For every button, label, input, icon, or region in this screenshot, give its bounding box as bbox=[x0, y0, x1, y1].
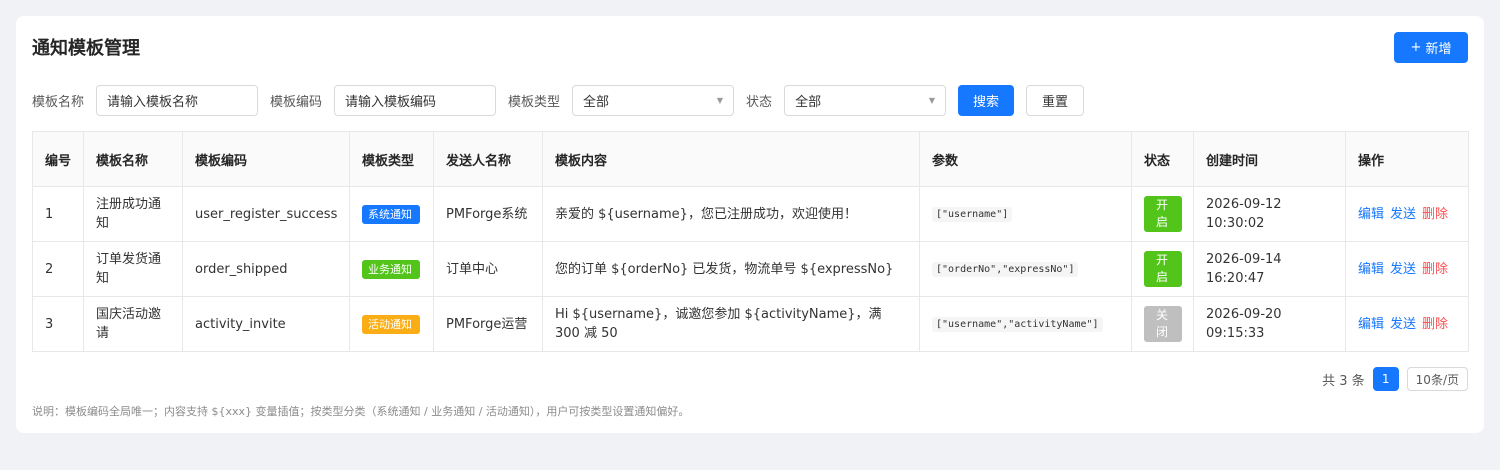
column-header: 参数 bbox=[919, 131, 1132, 187]
template-type-select[interactable]: 全部 ▼ bbox=[572, 85, 735, 116]
table-row: 2 订单发货通知 order_shipped 业务通知 订单中心 您的订单 ${… bbox=[32, 241, 1469, 297]
page-size-select[interactable]: 10条/页 bbox=[1406, 367, 1468, 391]
column-header: 模板类型 bbox=[349, 131, 434, 187]
status-value: 全部 bbox=[795, 95, 822, 110]
type-tag: 活动通知 bbox=[362, 314, 420, 334]
column-header: 状态 bbox=[1131, 131, 1194, 187]
cell-status: 关闭 bbox=[1131, 296, 1194, 352]
add-button-label: 新增 bbox=[1425, 42, 1452, 57]
pagination: 共 3 条 1 10条/页 bbox=[1322, 367, 1468, 391]
cell-params: ["username"] bbox=[919, 186, 1132, 242]
add-template-button[interactable]: + 新增 bbox=[1394, 32, 1468, 63]
column-header: 模板名称 bbox=[83, 131, 183, 187]
cell-actions: 编辑 发送 删除 bbox=[1345, 186, 1469, 242]
page-1-button[interactable]: 1 bbox=[1372, 367, 1399, 391]
table-header-row: 编号 模板名称 模板编码 模板类型 发送人名称 模板内容 参数 状态 创建时间 … bbox=[32, 131, 1469, 187]
cell-content: Hi ${username}，诚邀您参加 ${activityName}，满 3… bbox=[542, 296, 920, 352]
cell-actions: 编辑 发送 删除 bbox=[1345, 296, 1469, 352]
template-code-label: 模板编码 bbox=[270, 95, 323, 110]
status-badge: 开启 bbox=[1144, 196, 1182, 232]
send-link[interactable]: 发送 bbox=[1390, 262, 1416, 277]
cell-code: user_register_success bbox=[182, 186, 350, 242]
reset-button[interactable]: 重置 bbox=[1026, 85, 1085, 116]
search-button[interactable]: 搜索 bbox=[958, 85, 1015, 116]
type-tag: 系统通知 bbox=[362, 204, 420, 224]
delete-link[interactable]: 删除 bbox=[1422, 207, 1448, 222]
plus-icon: + bbox=[1410, 40, 1422, 55]
column-header: 模板编码 bbox=[182, 131, 350, 187]
cell-code: order_shipped bbox=[182, 241, 350, 297]
template-card: 通知模板管理 + 新增 模板名称 请输入模板名称 模板编码 请输入模板编码 模板… bbox=[16, 16, 1484, 433]
cell-code: activity_invite bbox=[182, 296, 350, 352]
edit-link[interactable]: 编辑 bbox=[1358, 262, 1384, 277]
params-code: ["username","activityName"] bbox=[932, 317, 1103, 332]
cell-actions: 编辑 发送 删除 bbox=[1345, 241, 1469, 297]
column-header: 模板内容 bbox=[542, 131, 920, 187]
column-header: 创建时间 bbox=[1193, 131, 1346, 187]
delete-link[interactable]: 删除 bbox=[1422, 262, 1448, 277]
cell-name: 订单发货通知 bbox=[83, 241, 183, 297]
cell-content: 亲爱的 ${username}，您已注册成功，欢迎使用！ bbox=[542, 186, 920, 242]
status-badge: 开启 bbox=[1144, 251, 1182, 287]
chevron-down-icon: ▼ bbox=[928, 96, 936, 105]
send-link[interactable]: 发送 bbox=[1390, 207, 1416, 222]
table-row: 3 国庆活动邀请 activity_invite 活动通知 PMForge运营 … bbox=[32, 296, 1469, 352]
cell-params: ["orderNo","expressNo"] bbox=[919, 241, 1132, 297]
template-table: 编号 模板名称 模板编码 模板类型 发送人名称 模板内容 参数 状态 创建时间 … bbox=[32, 131, 1469, 352]
chevron-down-icon: ▼ bbox=[716, 96, 724, 105]
cell-id: 1 bbox=[32, 186, 84, 242]
cell-name: 国庆活动邀请 bbox=[83, 296, 183, 352]
cell-content: 您的订单 ${orderNo} 已发货，物流单号 ${expressNo} bbox=[542, 241, 920, 297]
edit-link[interactable]: 编辑 bbox=[1358, 317, 1384, 332]
cell-sender: 订单中心 bbox=[433, 241, 543, 297]
total-count: 共 3 条 bbox=[1322, 373, 1365, 389]
delete-link[interactable]: 删除 bbox=[1422, 317, 1448, 332]
column-header: 操作 bbox=[1345, 131, 1469, 187]
cell-type: 系统通知 bbox=[349, 186, 434, 242]
cell-created: 2026-09-20 09:15:33 bbox=[1193, 296, 1346, 352]
cell-created: 2026-09-12 10:30:02 bbox=[1193, 186, 1346, 242]
params-code: ["orderNo","expressNo"] bbox=[932, 262, 1079, 277]
status-label: 状态 bbox=[746, 95, 773, 110]
template-name-label: 模板名称 bbox=[32, 95, 85, 110]
cell-type: 业务通知 bbox=[349, 241, 434, 297]
template-name-input[interactable]: 请输入模板名称 bbox=[96, 85, 259, 116]
cell-sender: PMForge运营 bbox=[433, 296, 543, 352]
column-header: 发送人名称 bbox=[433, 131, 543, 187]
send-link[interactable]: 发送 bbox=[1390, 317, 1416, 332]
template-code-input[interactable]: 请输入模板编码 bbox=[334, 85, 497, 116]
cell-status: 开启 bbox=[1131, 186, 1194, 242]
filter-bar: 模板名称 请输入模板名称 模板编码 请输入模板编码 模板类型 全部 ▼ 状态 全… bbox=[32, 85, 1085, 116]
edit-link[interactable]: 编辑 bbox=[1358, 207, 1384, 222]
help-note: 说明：模板编码全局唯一；内容支持 ${xxx} 变量插值；按类型分类（系统通知 … bbox=[32, 405, 690, 418]
status-select[interactable]: 全部 ▼ bbox=[784, 85, 947, 116]
cell-status: 开启 bbox=[1131, 241, 1194, 297]
cell-id: 3 bbox=[32, 296, 84, 352]
table-row: 1 注册成功通知 user_register_success 系统通知 PMFo… bbox=[32, 186, 1469, 242]
page-title: 通知模板管理 bbox=[32, 38, 140, 59]
cell-type: 活动通知 bbox=[349, 296, 434, 352]
cell-id: 2 bbox=[32, 241, 84, 297]
column-header: 编号 bbox=[32, 131, 84, 187]
status-badge: 关闭 bbox=[1144, 306, 1182, 342]
template-type-value: 全部 bbox=[583, 95, 610, 110]
template-type-label: 模板类型 bbox=[508, 95, 561, 110]
cell-params: ["username","activityName"] bbox=[919, 296, 1132, 352]
params-code: ["username"] bbox=[932, 207, 1013, 222]
cell-sender: PMForge系统 bbox=[433, 186, 543, 242]
cell-created: 2026-09-14 16:20:47 bbox=[1193, 241, 1346, 297]
cell-name: 注册成功通知 bbox=[83, 186, 183, 242]
type-tag: 业务通知 bbox=[362, 259, 420, 279]
